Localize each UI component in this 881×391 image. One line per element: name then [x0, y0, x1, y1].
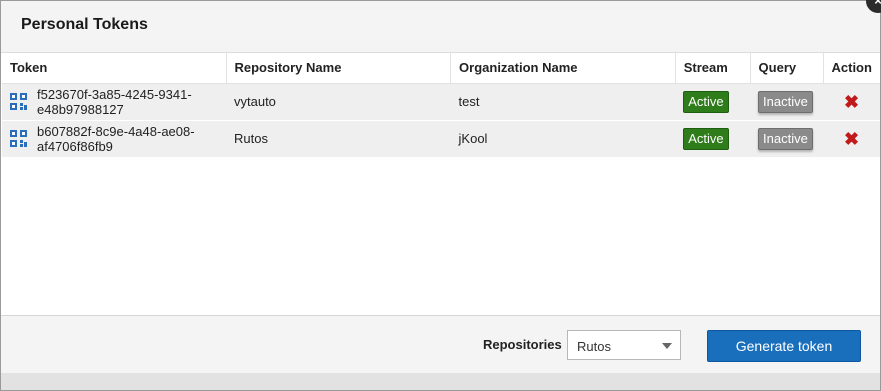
token-cell: b607882f-8c9e-4a48-ae08- af4706f86fb9	[2, 120, 226, 158]
dialog-header: Personal Tokens	[1, 1, 880, 53]
column-header-stream[interactable]: Stream	[675, 53, 751, 84]
column-header-action: Action	[823, 53, 880, 84]
column-header-organization[interactable]: Organization Name	[450, 53, 676, 84]
repositories-select[interactable]: Rutos	[567, 330, 681, 360]
query-cell: Inactive	[750, 120, 823, 158]
repository-cell: vytauto	[226, 83, 451, 121]
organization-cell: test	[450, 83, 676, 121]
action-cell: ✖	[823, 120, 880, 158]
column-header-query[interactable]: Query	[750, 53, 824, 84]
query-status-toggle[interactable]: Inactive	[758, 90, 813, 113]
stream-status-toggle[interactable]: Active	[683, 90, 729, 113]
token-value: b607882f-8c9e-4a48-ae08- af4706f86fb9	[37, 124, 195, 154]
repositories-selected-value: Rutos	[577, 339, 611, 354]
stream-status-toggle[interactable]: Active	[683, 127, 729, 150]
table-header-row: Token Repository Name Organization Name …	[2, 53, 880, 84]
repository-cell: Rutos	[226, 120, 451, 158]
bottom-strip	[1, 373, 880, 390]
stream-cell: Active	[675, 120, 751, 158]
token-line: b607882f-8c9e-4a48-ae08-	[37, 123, 195, 139]
column-header-token[interactable]: Token	[2, 53, 227, 84]
delete-icon[interactable]: ✖	[831, 130, 872, 148]
delete-icon[interactable]: ✖	[831, 93, 872, 111]
column-header-repository[interactable]: Repository Name	[226, 53, 452, 84]
token-line: f523670f-3a85-4245-9341-	[37, 86, 192, 102]
personal-tokens-dialog: Personal Tokens × Token Repository Name …	[0, 0, 881, 391]
tokens-table: Token Repository Name Organization Name …	[2, 53, 880, 158]
query-cell: Inactive	[750, 83, 823, 121]
dialog-title: Personal Tokens	[21, 16, 148, 33]
qr-code-icon[interactable]	[10, 130, 27, 147]
token-value: f523670f-3a85-4245-9341- e48b97988127	[37, 87, 192, 117]
table-row: b607882f-8c9e-4a48-ae08- af4706f86fb9 Ru…	[2, 120, 880, 158]
qr-code-icon[interactable]	[10, 93, 27, 110]
dialog-footer: Repositories Rutos Generate token	[1, 315, 880, 373]
organization-cell: jKool	[450, 120, 676, 158]
table-row: f523670f-3a85-4245-9341- e48b97988127 vy…	[2, 83, 880, 121]
query-status-toggle[interactable]: Inactive	[758, 127, 813, 150]
token-cell: f523670f-3a85-4245-9341- e48b97988127	[2, 83, 226, 121]
generate-token-button[interactable]: Generate token	[707, 330, 861, 362]
stream-cell: Active	[675, 83, 751, 121]
action-cell: ✖	[823, 83, 880, 121]
chevron-down-icon	[662, 343, 672, 349]
repositories-label: Repositories	[483, 337, 562, 352]
token-line: e48b97988127	[37, 101, 124, 117]
token-line: af4706f86fb9	[37, 138, 113, 154]
